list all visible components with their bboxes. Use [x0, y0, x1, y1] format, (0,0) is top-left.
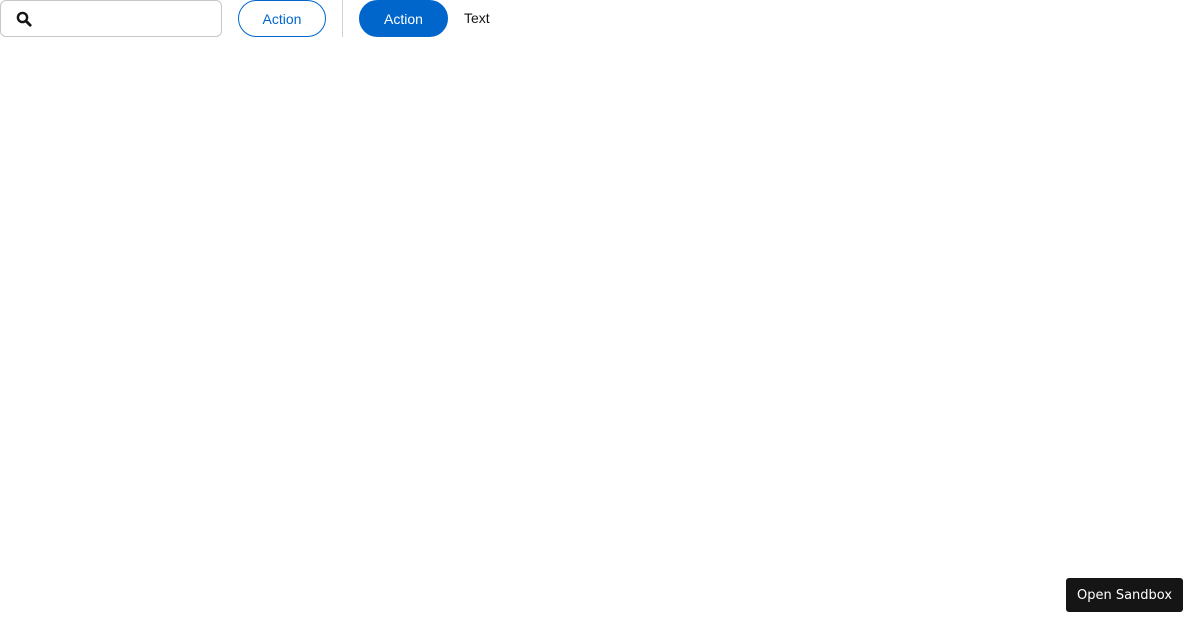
toolbar-divider [342, 0, 343, 37]
open-sandbox-button[interactable]: Open Sandbox [1066, 578, 1183, 612]
search-icon [16, 11, 32, 27]
page: Action Action Text Open Sandbox [0, 0, 1200, 630]
toolbar-text: Text [464, 10, 490, 26]
search-box[interactable] [0, 0, 222, 37]
primary-action-button[interactable]: Action [359, 0, 448, 37]
search-input[interactable] [1, 1, 221, 36]
secondary-action-button[interactable]: Action [238, 0, 326, 37]
toolbar: Action Action Text [0, 0, 490, 37]
